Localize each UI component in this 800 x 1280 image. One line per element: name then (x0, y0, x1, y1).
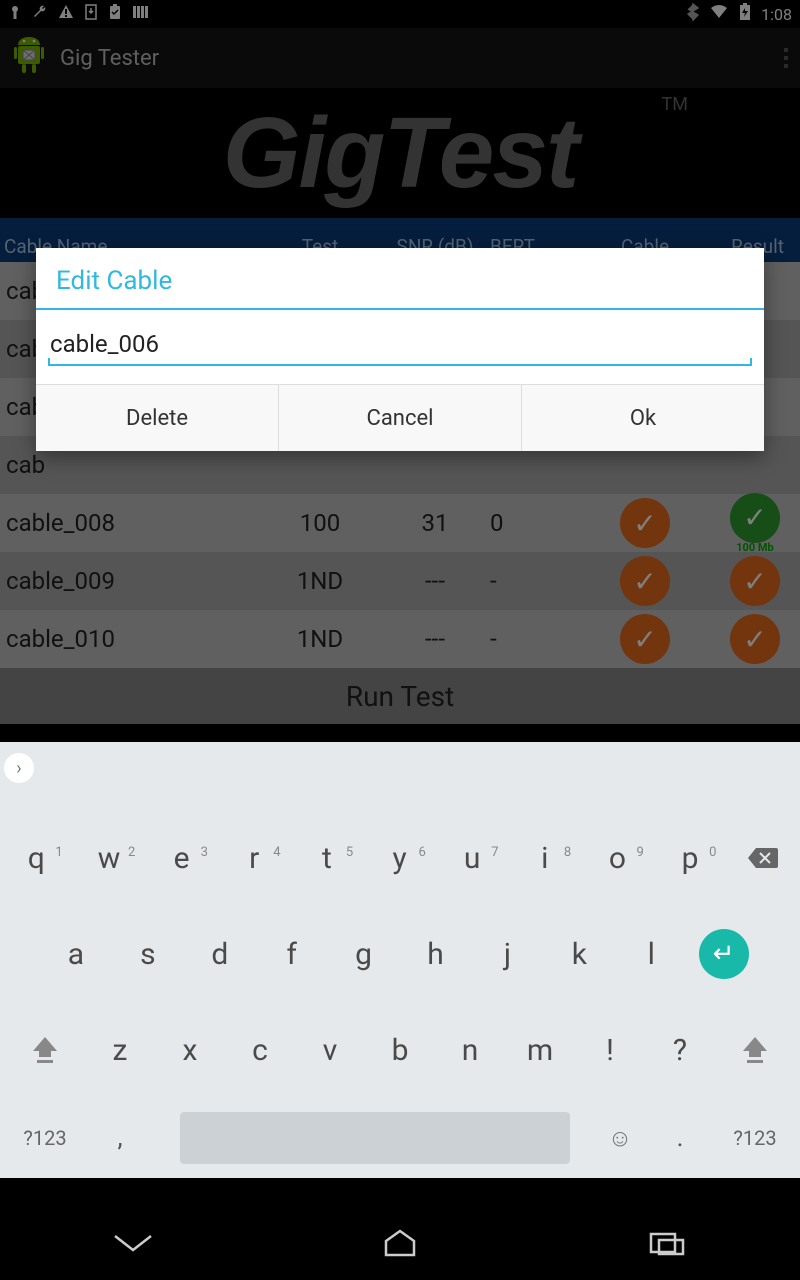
key-i[interactable]: 8i (509, 841, 582, 876)
backspace-key[interactable] (726, 846, 800, 870)
delete-button[interactable]: Delete (36, 385, 279, 451)
key-m[interactable]: m (505, 1033, 575, 1068)
key-l[interactable]: l (615, 937, 687, 972)
key-v[interactable]: v (295, 1033, 365, 1068)
shift-key[interactable] (5, 1035, 85, 1065)
shift-key[interactable] (715, 1035, 795, 1065)
enter-key[interactable]: ↵ (687, 929, 760, 979)
nav-bar (0, 1210, 800, 1280)
chevron-right-icon[interactable]: › (4, 753, 34, 783)
period-key[interactable]: . (650, 1123, 710, 1153)
recent-apps-icon[interactable] (645, 1228, 689, 1262)
back-icon[interactable] (111, 1228, 155, 1262)
key-c[interactable]: c (225, 1033, 295, 1068)
keyboard: 1q2w3e4r5t6y7u8i9o0p asdfghjkl↵ zxcvbnm!… (0, 794, 800, 1178)
space-key[interactable] (180, 1112, 570, 1164)
key-x[interactable]: x (155, 1033, 225, 1068)
key-n[interactable]: n (435, 1033, 505, 1068)
key-j[interactable]: j (471, 937, 543, 972)
key-h[interactable]: h (400, 937, 472, 972)
ok-button[interactable]: Ok (522, 385, 764, 451)
key-g[interactable]: g (328, 937, 400, 972)
key-w[interactable]: 2w (73, 841, 146, 876)
key-p[interactable]: 0p (654, 841, 727, 876)
key-e[interactable]: 3e (145, 841, 218, 876)
key-y[interactable]: 6y (363, 841, 436, 876)
symbols-key[interactable]: ?123 (0, 1126, 90, 1150)
key-k[interactable]: k (543, 937, 615, 972)
key-z[interactable]: z (85, 1033, 155, 1068)
emoji-key[interactable]: ☺ (590, 1124, 650, 1153)
comma-key[interactable]: , (90, 1123, 150, 1153)
key-q[interactable]: 1q (0, 841, 73, 876)
key-![interactable]: ! (575, 1033, 645, 1068)
key-a[interactable]: a (40, 937, 112, 972)
cable-name-input[interactable] (48, 324, 752, 366)
key-?[interactable]: ? (645, 1033, 715, 1068)
key-o[interactable]: 9o (581, 841, 654, 876)
key-r[interactable]: 4r (218, 841, 291, 876)
key-f[interactable]: f (256, 937, 328, 972)
key-u[interactable]: 7u (436, 841, 509, 876)
key-s[interactable]: s (112, 937, 184, 972)
key-b[interactable]: b (365, 1033, 435, 1068)
symbols-key-right[interactable]: ?123 (710, 1126, 800, 1150)
dialog-title: Edit Cable (36, 248, 764, 308)
edit-cable-dialog: Edit Cable Delete Cancel Ok (36, 248, 764, 451)
suggestion-strip[interactable]: › (0, 742, 800, 794)
key-t[interactable]: 5t (291, 841, 364, 876)
home-icon[interactable] (378, 1227, 422, 1263)
cancel-button[interactable]: Cancel (279, 385, 522, 451)
key-d[interactable]: d (184, 937, 256, 972)
